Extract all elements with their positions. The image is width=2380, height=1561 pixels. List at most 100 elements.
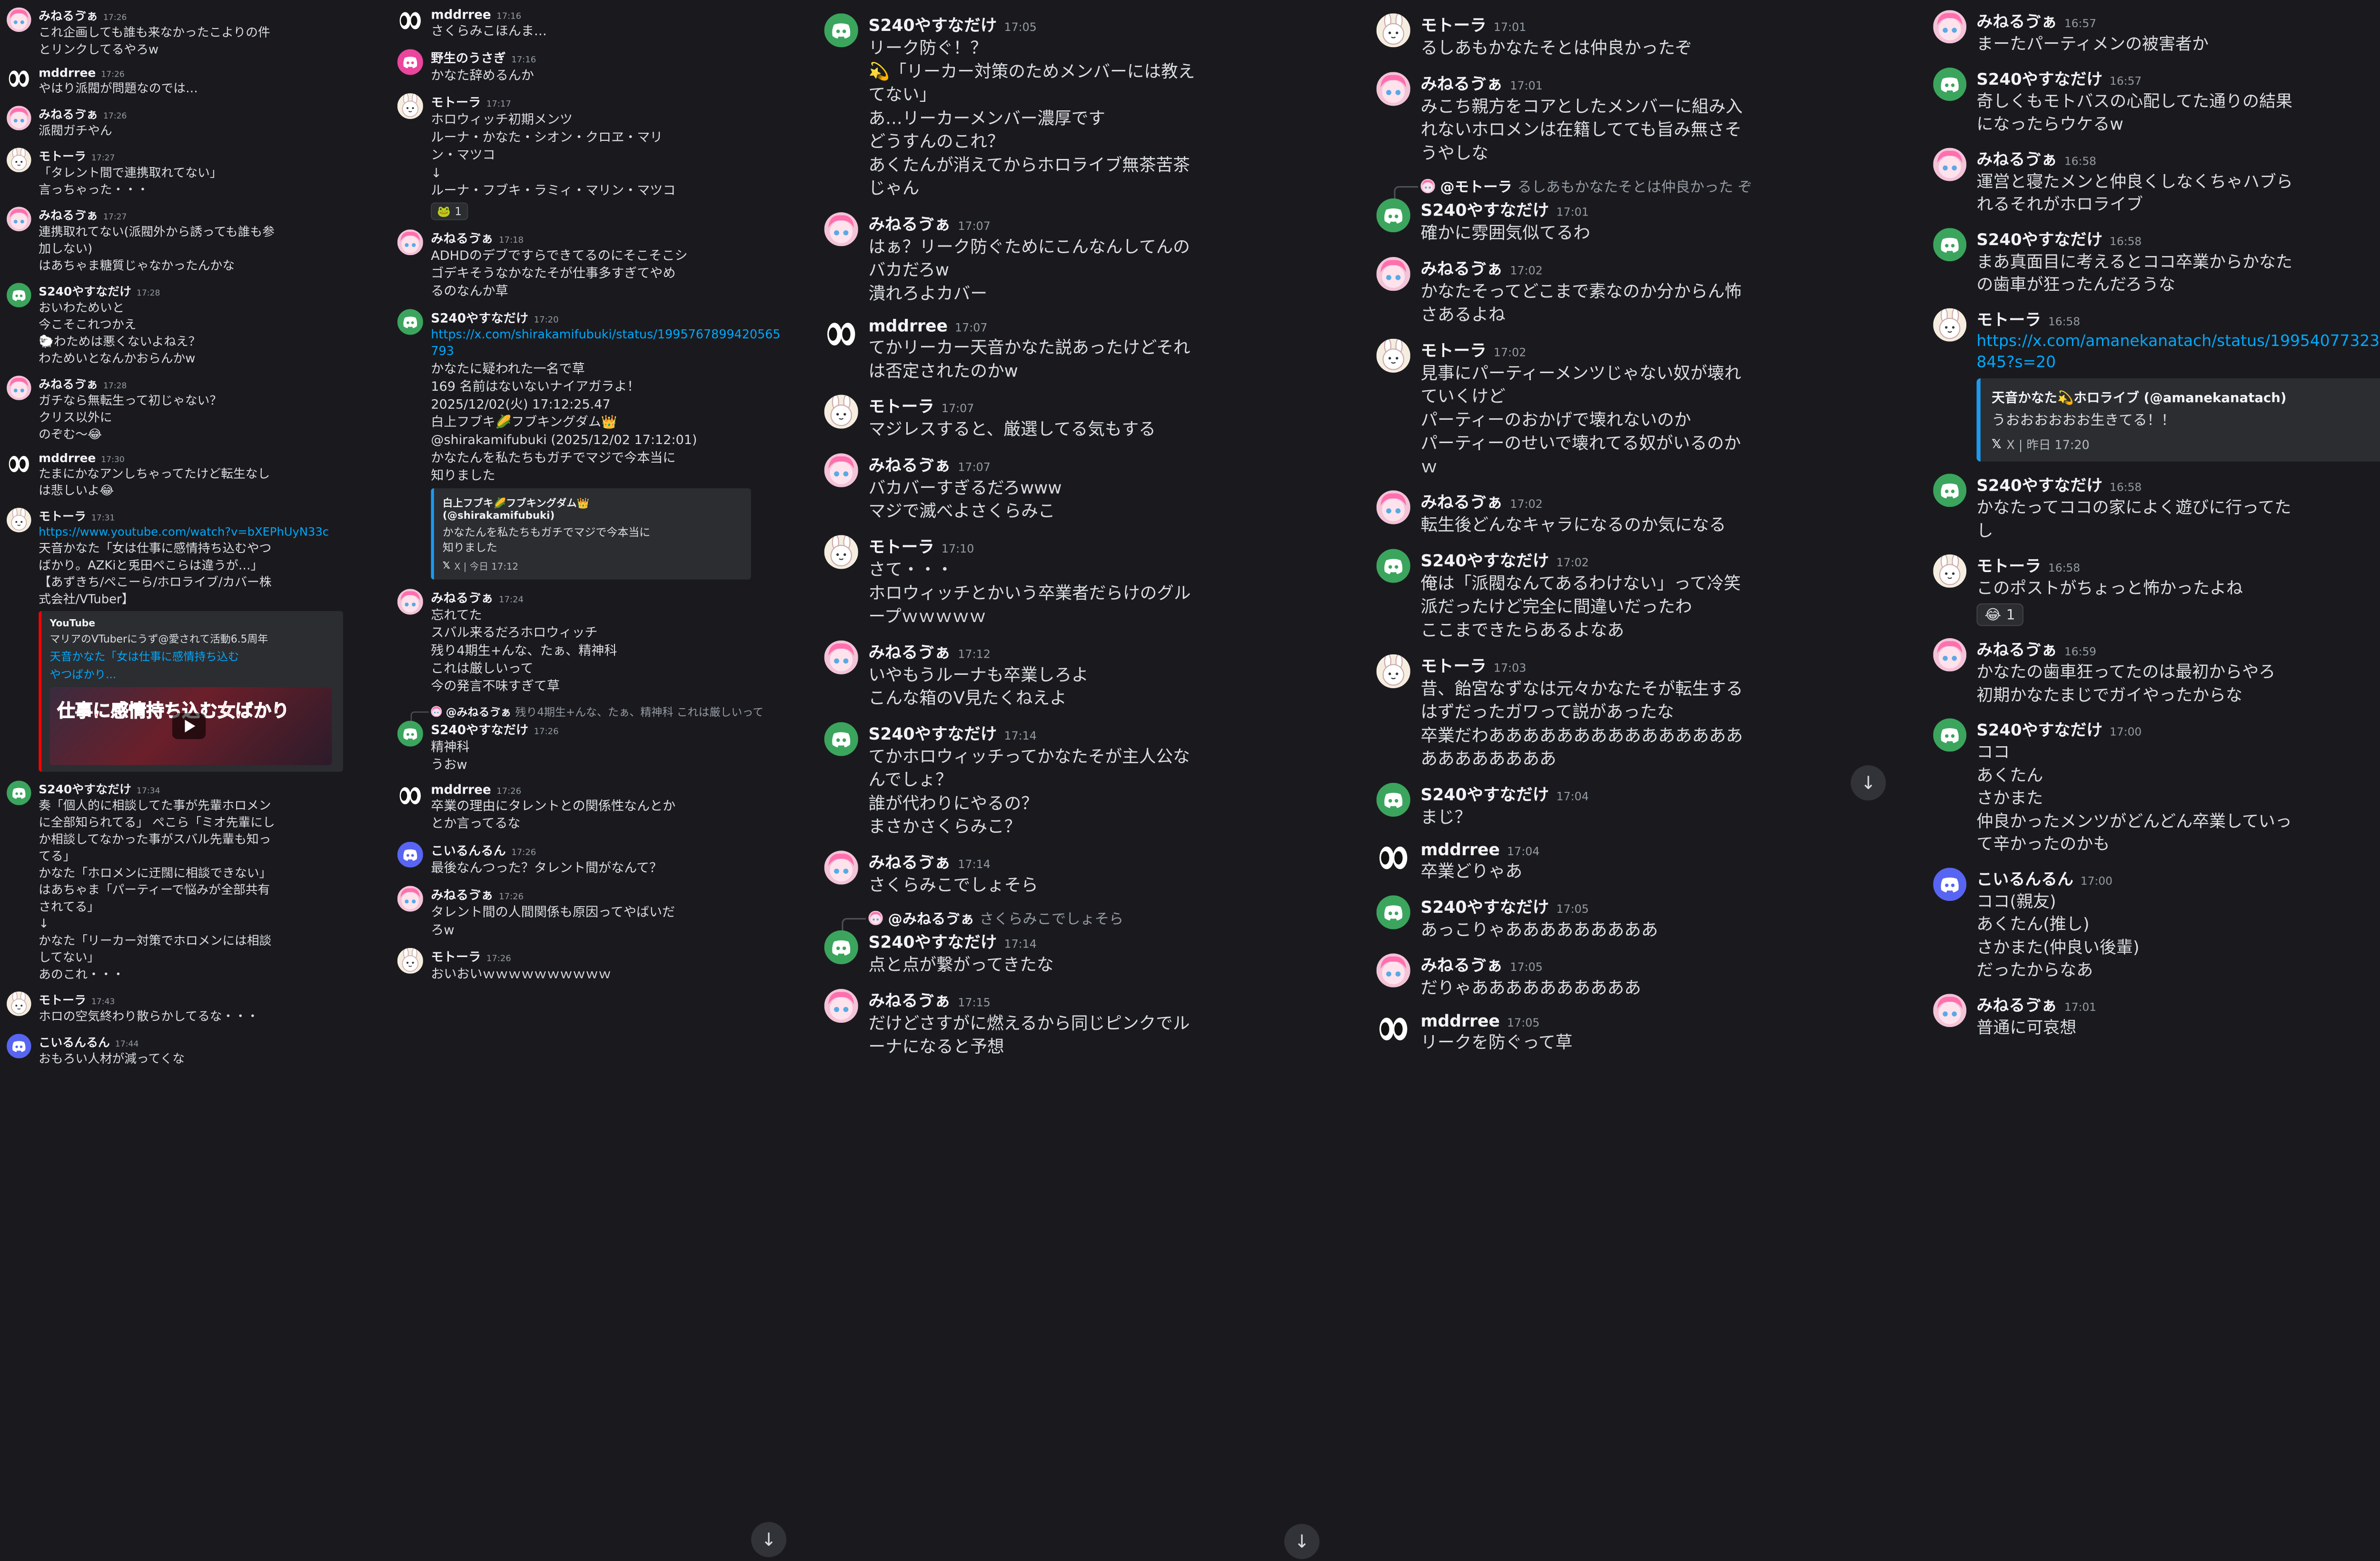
author-name[interactable]: みねるゔぁ bbox=[868, 850, 951, 873]
author-name[interactable]: mddrree bbox=[39, 66, 96, 80]
link-embed[interactable]: YouTube マリアのVTuberにうず@愛されて活動6.5周年 天音かなた「女は… bbox=[39, 611, 343, 772]
author-name[interactable]: モトーラ bbox=[431, 92, 481, 110]
author-name[interactable]: mddrree bbox=[1420, 1011, 1499, 1030]
avatar[interactable] bbox=[397, 782, 423, 809]
avatar[interactable] bbox=[824, 640, 858, 674]
avatar[interactable] bbox=[7, 207, 31, 232]
author-name[interactable]: みねるゔぁ bbox=[431, 588, 493, 606]
avatar[interactable] bbox=[7, 283, 31, 307]
author-name[interactable]: モトーラ bbox=[868, 534, 934, 558]
author-name[interactable]: こいるんるん bbox=[1976, 867, 2073, 890]
author-name[interactable]: みねるゔぁ bbox=[1420, 952, 1503, 976]
reply-preview[interactable]: @モトーラ るしあもかなたそとは仲良かった ぞ bbox=[1394, 176, 1890, 200]
author-name[interactable]: S240やすなだけ bbox=[431, 720, 528, 738]
avatar[interactable] bbox=[824, 453, 858, 487]
avatar[interactable] bbox=[1376, 13, 1410, 48]
avatar[interactable] bbox=[1933, 308, 1967, 342]
avatar[interactable] bbox=[824, 395, 858, 429]
author-name[interactable]: みねるゔぁ bbox=[1420, 490, 1503, 514]
avatar[interactable] bbox=[1376, 953, 1410, 988]
author-name[interactable]: みねるゔぁ bbox=[39, 7, 98, 24]
author-name[interactable]: みねるゔぁ bbox=[1420, 256, 1503, 279]
play-icon[interactable] bbox=[172, 713, 206, 739]
author-name[interactable]: S240やすなだけ bbox=[39, 780, 131, 797]
video-thumbnail[interactable]: 仕事に感情持ち込む女ばかり bbox=[50, 687, 332, 765]
author-name[interactable]: みねるゔぁ bbox=[868, 988, 951, 1012]
avatar[interactable] bbox=[397, 948, 423, 974]
author-name[interactable]: S240やすなだけ bbox=[868, 721, 997, 745]
avatar[interactable] bbox=[7, 451, 31, 476]
author-name[interactable]: みねるゔぁ bbox=[868, 639, 951, 663]
author-name[interactable]: S240やすなだけ bbox=[1420, 781, 1549, 805]
avatar[interactable] bbox=[7, 507, 31, 533]
author-name[interactable]: みねるゔぁ bbox=[431, 228, 493, 247]
avatar[interactable] bbox=[397, 229, 423, 256]
avatar[interactable] bbox=[7, 780, 31, 805]
avatar[interactable] bbox=[1933, 67, 1967, 101]
reaction-pill[interactable]: 😂 1 bbox=[1976, 603, 2023, 626]
author-name[interactable]: S240やすなだけ bbox=[1976, 473, 2102, 496]
author-name[interactable]: モトーラ bbox=[1420, 653, 1486, 677]
jump-to-present-button[interactable]: ↓ bbox=[1284, 1524, 1319, 1559]
author-name[interactable]: S240やすなだけ bbox=[39, 282, 131, 299]
avatar[interactable] bbox=[7, 105, 31, 130]
author-name[interactable]: モトーラ bbox=[1420, 337, 1486, 361]
avatar[interactable] bbox=[7, 148, 31, 173]
embed-title[interactable]: 天音かなた「女は仕事に感情持ち込む bbox=[50, 650, 335, 665]
avatar[interactable] bbox=[1376, 198, 1410, 233]
author-name[interactable]: S240やすなだけ bbox=[1976, 66, 2102, 89]
author-name[interactable]: mddrree bbox=[39, 451, 96, 465]
avatar[interactable] bbox=[397, 49, 423, 75]
author-name[interactable]: みねるゔぁ bbox=[431, 885, 493, 903]
author-name[interactable]: こいるんるん bbox=[431, 841, 506, 859]
embed-title-cont[interactable]: やつばかり... bbox=[50, 668, 335, 683]
author-name[interactable]: S240やすなだけ bbox=[1420, 198, 1549, 221]
author-name[interactable]: みねるゔぁ bbox=[1976, 993, 2057, 1016]
avatar[interactable] bbox=[7, 7, 31, 32]
author-name[interactable]: モトーラ bbox=[39, 991, 86, 1008]
author-name[interactable]: みねるゔぁ bbox=[1976, 637, 2057, 661]
author-name[interactable]: S240やすなだけ bbox=[1420, 894, 1549, 918]
author-name[interactable]: S240やすなだけ bbox=[868, 12, 997, 36]
author-name[interactable]: 野生のうさぎ bbox=[431, 48, 506, 66]
author-name[interactable]: みねるゔぁ bbox=[1976, 9, 2057, 32]
avatar[interactable] bbox=[824, 13, 858, 48]
avatar[interactable] bbox=[1933, 867, 1967, 901]
author-name[interactable]: mddrree bbox=[431, 782, 491, 797]
avatar[interactable] bbox=[397, 886, 423, 912]
avatar[interactable] bbox=[824, 988, 858, 1023]
author-name[interactable]: mddrree bbox=[1420, 840, 1499, 860]
avatar[interactable] bbox=[7, 375, 31, 400]
author-name[interactable]: みねるゔぁ bbox=[868, 452, 951, 476]
author-name[interactable]: みねるゔぁ bbox=[39, 375, 98, 392]
author-name[interactable]: モトーラ bbox=[868, 394, 934, 418]
author-name[interactable]: みねるゔぁ bbox=[1976, 147, 2057, 170]
author-name[interactable]: S240やすなだけ bbox=[431, 308, 528, 326]
author-name[interactable]: モトーラ bbox=[431, 947, 481, 965]
avatar[interactable] bbox=[397, 589, 423, 615]
avatar[interactable] bbox=[824, 930, 858, 965]
avatar[interactable] bbox=[1376, 654, 1410, 688]
link-embed[interactable]: 白上フブキ🌽フブキングダム👑 (@shirakamifubuki) かなたんを私たち… bbox=[431, 488, 751, 580]
author-name[interactable]: mddrree bbox=[431, 7, 491, 22]
reaction-pill[interactable]: 🐸 1 bbox=[431, 202, 468, 220]
message-link[interactable]: https://x.com/shirakamifubuki/status/199… bbox=[431, 326, 787, 360]
author-name[interactable]: こいるんるん bbox=[39, 1033, 110, 1050]
avatar[interactable] bbox=[1376, 257, 1410, 291]
avatar[interactable] bbox=[1376, 490, 1410, 525]
author-name[interactable]: みねるゔぁ bbox=[39, 206, 98, 223]
avatar[interactable] bbox=[7, 991, 31, 1017]
avatar[interactable] bbox=[1376, 1012, 1410, 1046]
jump-to-present-button[interactable]: ↓ bbox=[751, 1522, 786, 1557]
reply-preview[interactable]: @みねるゔぁ 残り4期生+んな、たぁ、精神科 これは厳しいって bbox=[410, 703, 787, 722]
author-name[interactable]: モトーラ bbox=[1420, 12, 1486, 36]
avatar[interactable] bbox=[397, 93, 423, 119]
link-embed[interactable]: 天音かなた💫ホロライブ (@amanekanatach) うおおおおおお生きてる！… bbox=[1976, 378, 2380, 462]
jump-to-present-button[interactable]: ↓ bbox=[1851, 765, 1886, 800]
avatar[interactable] bbox=[824, 850, 858, 885]
reply-preview[interactable]: @みねるゔぁ さくらみこでしょそら bbox=[842, 908, 1338, 932]
author-name[interactable]: S240やすなだけ bbox=[1976, 227, 2102, 250]
author-name[interactable]: S240やすなだけ bbox=[1420, 548, 1549, 572]
author-name[interactable]: モトーラ bbox=[39, 507, 86, 524]
author-name[interactable]: みねるゔぁ bbox=[1420, 71, 1503, 95]
